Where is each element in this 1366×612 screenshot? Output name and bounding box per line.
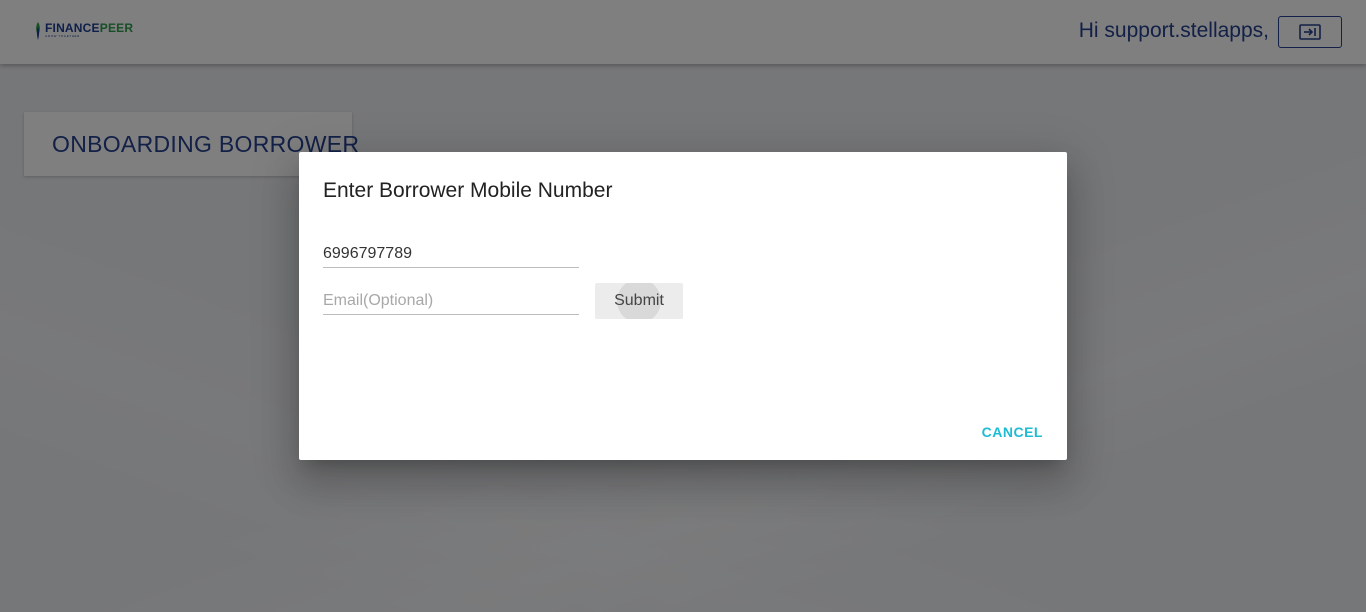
mobile-number-field — [323, 236, 579, 268]
cancel-button[interactable]: CANCEL — [982, 424, 1043, 440]
dialog-title: Enter Borrower Mobile Number — [323, 179, 613, 202]
email-input[interactable] — [323, 283, 579, 314]
mobile-number-input[interactable] — [323, 236, 579, 267]
borrower-mobile-dialog: Enter Borrower Mobile Number Submit CANC… — [299, 152, 1067, 460]
submit-label: Submit — [614, 292, 664, 309]
submit-button[interactable]: Submit — [595, 283, 683, 319]
email-field — [323, 283, 579, 315]
